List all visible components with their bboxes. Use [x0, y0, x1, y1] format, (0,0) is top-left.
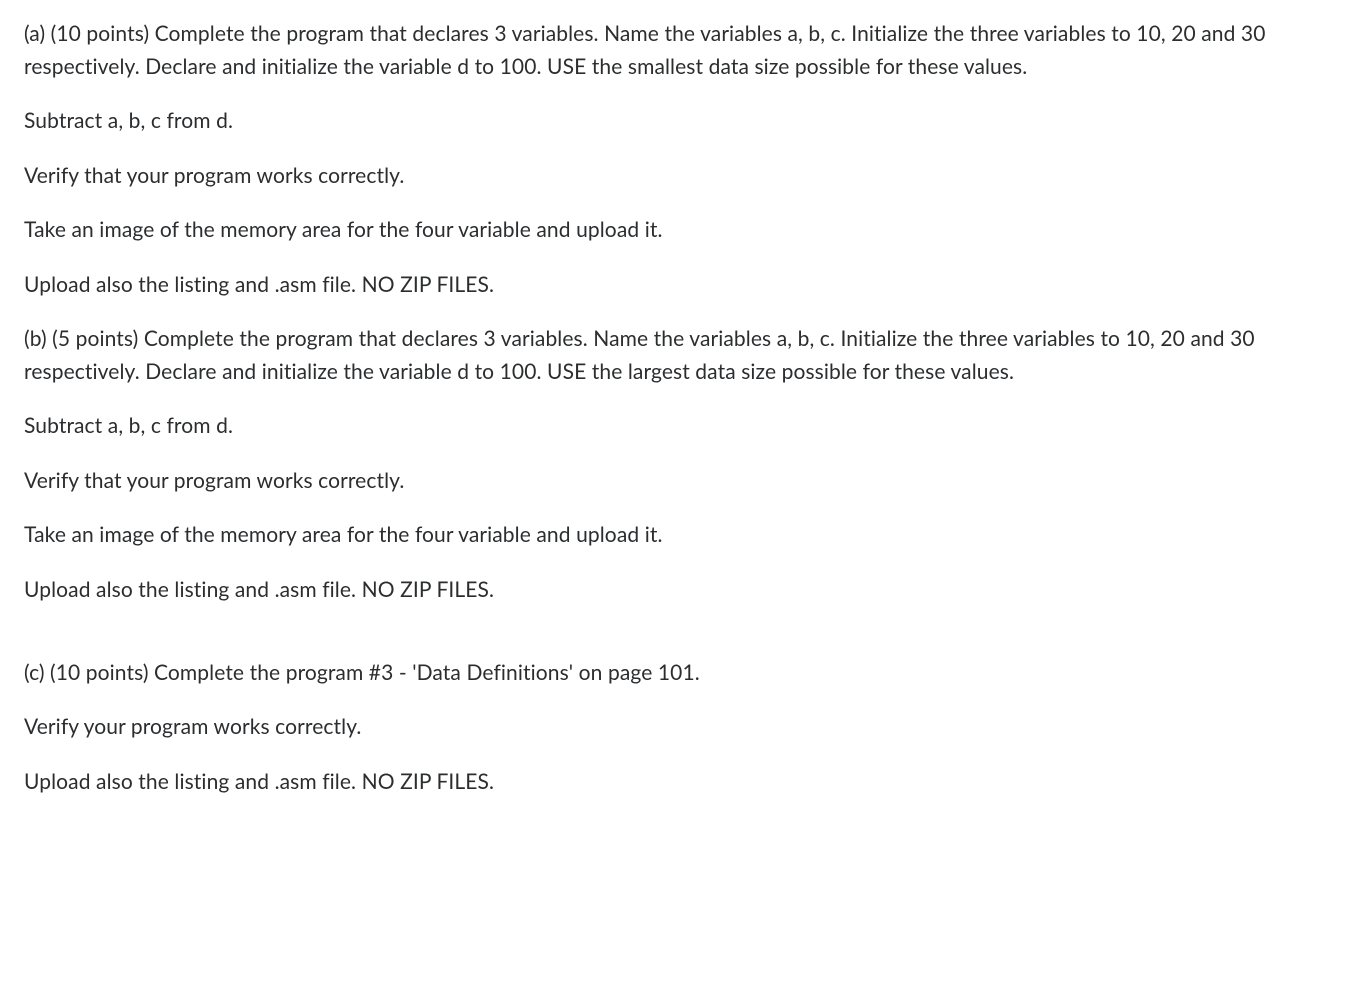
paragraph-a-subtract: Subtract a, b, c from d.	[24, 105, 1326, 138]
paragraph-c-upload: Upload also the listing and .asm file. N…	[24, 766, 1326, 799]
paragraph-a-upload: Upload also the listing and .asm file. N…	[24, 269, 1326, 302]
paragraph-b-upload: Upload also the listing and .asm file. N…	[24, 574, 1326, 607]
paragraph-b-image: Take an image of the memory area for the…	[24, 519, 1326, 552]
paragraph-a-image: Take an image of the memory area for the…	[24, 214, 1326, 247]
paragraph-b-verify: Verify that your program works correctly…	[24, 465, 1326, 498]
paragraph-b-subtract: Subtract a, b, c from d.	[24, 410, 1326, 443]
paragraph-a-verify: Verify that your program works correctly…	[24, 160, 1326, 193]
paragraph-b-intro: (b) (5 points) Complete the program that…	[24, 323, 1326, 388]
paragraph-c-intro: (c) (10 points) Complete the program #3 …	[24, 657, 1326, 690]
paragraph-a-intro: (a) (10 points) Complete the program tha…	[24, 18, 1326, 83]
paragraph-c-verify: Verify your program works correctly.	[24, 711, 1326, 744]
